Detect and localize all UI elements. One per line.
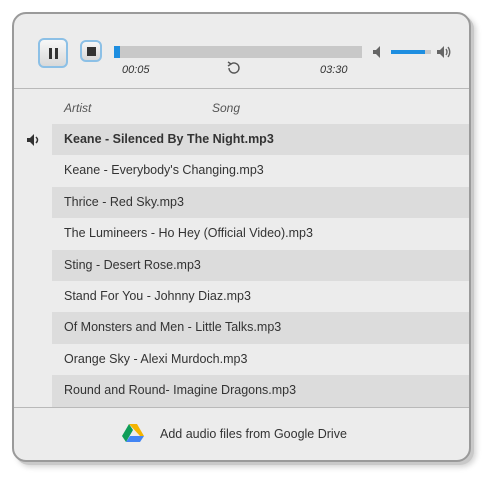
playlist-row[interactable]: Orange Sky - Alexi Murdoch.mp3 (14, 344, 469, 375)
playlist: Keane - Silenced By The Night.mp3 Keane -… (14, 124, 469, 407)
track-label: Orange Sky - Alexi Murdoch.mp3 (64, 351, 248, 366)
volume-fill (391, 50, 425, 54)
playlist-row[interactable]: The Lumineers - Ho Hey (Official Video).… (14, 218, 469, 249)
playlist-row[interactable]: Keane - Everybody's Changing.mp3 (14, 155, 469, 186)
google-drive-icon (122, 424, 144, 442)
stop-icon (86, 46, 96, 56)
repeat-icon[interactable] (226, 61, 242, 75)
playlist-row[interactable]: Sting - Desert Rose.mp3 (14, 249, 469, 281)
pause-icon (48, 47, 58, 59)
track-label: Sting - Desert Rose.mp3 (64, 257, 201, 272)
volume-max-icon[interactable] (436, 44, 452, 60)
playlist-row[interactable]: Of Monsters and Men - Little Talks.mp3 (14, 312, 469, 344)
track-label: Thrice - Red Sky.mp3 (64, 194, 184, 209)
pause-button[interactable] (38, 38, 68, 68)
track-label: Stand For You - Johnny Diaz.mp3 (64, 288, 251, 303)
track-label: Keane - Silenced By The Night.mp3 (64, 132, 274, 146)
add-files-footer[interactable]: Add audio files from Google Drive (14, 407, 469, 460)
track-label: Round and Round- Imagine Dragons.mp3 (64, 383, 297, 398)
volume-slider[interactable] (391, 50, 431, 54)
progress-bar[interactable] (114, 46, 362, 58)
artist-column-header: Artist (64, 101, 92, 115)
playlist-row[interactable]: Thrice - Red Sky.mp3 (14, 186, 469, 219)
audio-player: 00:05 03:30 Artist Song Keane - Silenced… (12, 12, 471, 462)
playlist-row[interactable]: Stand For You - Johnny Diaz.mp3 (14, 281, 469, 312)
track-label: Keane - Everybody's Changing.mp3 (64, 163, 264, 178)
playlist-header: Artist Song (14, 89, 469, 123)
now-playing-speaker-icon (27, 134, 39, 146)
track-label: Of Monsters and Men - Little Talks.mp3 (64, 320, 282, 335)
progress-fill (114, 46, 120, 58)
stop-button[interactable] (80, 40, 102, 62)
song-column-header: Song (212, 101, 241, 115)
total-time: 03:30 (320, 64, 348, 76)
add-audio-files-link[interactable]: Add audio files from Google Drive (160, 427, 347, 441)
playlist-row[interactable]: Round and Round- Imagine Dragons.mp3 (14, 375, 469, 407)
current-time: 00:05 (122, 64, 150, 76)
track-label: The Lumineers - Ho Hey (Official Video).… (64, 226, 313, 241)
volume-mute-icon[interactable] (372, 45, 386, 59)
player-controls: 00:05 03:30 (14, 14, 469, 89)
playlist-row[interactable]: Keane - Silenced By The Night.mp3 (14, 124, 469, 156)
